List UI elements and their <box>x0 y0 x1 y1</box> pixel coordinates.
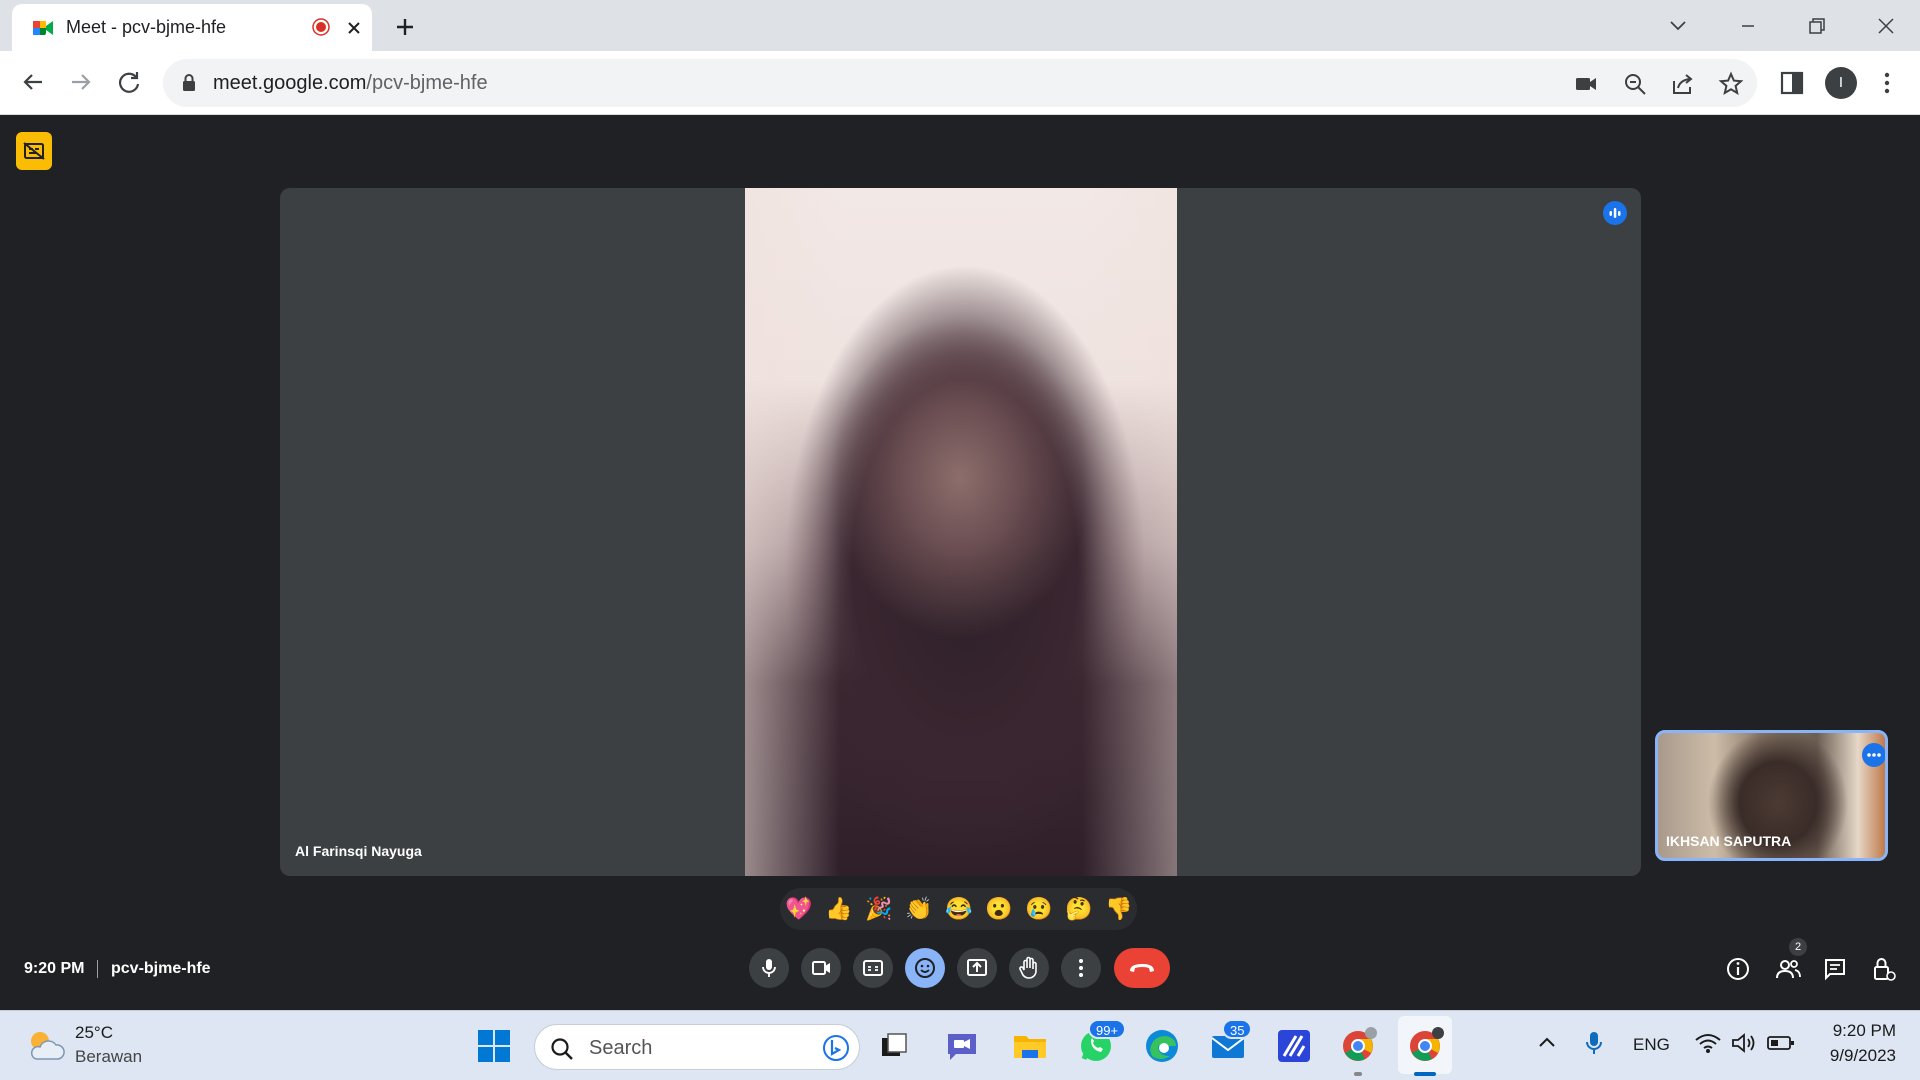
running-indicator <box>1354 1072 1362 1076</box>
tab-strip: Meet - pcv-bjme-hfe <box>0 0 1920 51</box>
whatsapp-badge: 99+ <box>1088 1019 1127 1039</box>
leave-call-button[interactable] <box>1114 948 1170 988</box>
main-participant-tile[interactable]: Al Farinsqi Nayuga <box>280 188 1641 876</box>
chevron-up-icon[interactable] <box>1535 1031 1559 1055</box>
task-view-icon[interactable] <box>874 1026 914 1066</box>
google-meet-icon <box>32 18 54 38</box>
reactions-bar: 💖 👍 🎉 👏 😂 😮 😢 🤔 👎 <box>780 888 1137 930</box>
weather-description[interactable]: Berawan <box>75 1047 142 1067</box>
speaking-indicator-icon <box>1603 201 1627 225</box>
reload-icon[interactable] <box>112 65 146 99</box>
host-controls-icon[interactable] <box>1866 952 1900 986</box>
recording-icon <box>312 18 330 36</box>
raise-hand-button[interactable] <box>1009 948 1049 988</box>
volume-icon[interactable] <box>1730 1031 1758 1055</box>
taskbar-search[interactable]: Search <box>534 1024 860 1070</box>
chat-icon[interactable] <box>1818 952 1852 986</box>
restore-icon[interactable] <box>1788 8 1844 44</box>
language-indicator[interactable]: ENG <box>1633 1035 1670 1055</box>
url-path: /pcv-bjme-hfe <box>366 72 488 94</box>
camera-in-use-icon[interactable] <box>1573 71 1599 97</box>
reaction-thumbs-down[interactable]: 👎 <box>1105 895 1133 923</box>
participant-count-badge: 2 <box>1789 938 1807 956</box>
captions-button[interactable] <box>853 948 893 988</box>
mail-badge: 35 <box>1222 1019 1253 1039</box>
participant-video <box>745 188 1177 876</box>
share-icon[interactable] <box>1670 71 1696 97</box>
bookmark-star-icon[interactable] <box>1718 71 1744 97</box>
reaction-sad[interactable]: 😢 <box>1025 895 1053 923</box>
meet-stage: Al Farinsqi Nayuga IKHSAN SAPUTRA 💖 👍 🎉 … <box>0 116 1920 1010</box>
weather-temperature[interactable]: 25°C <box>75 1023 113 1043</box>
back-icon[interactable] <box>16 65 50 99</box>
chrome-active-icon[interactable] <box>1405 1026 1445 1066</box>
people-icon[interactable] <box>1771 952 1805 986</box>
close-window-icon[interactable] <box>1858 8 1914 44</box>
tab-search-icon[interactable] <box>1650 8 1706 44</box>
reaction-clap[interactable]: 👏 <box>905 895 933 923</box>
reaction-surprised[interactable]: 😮 <box>985 895 1013 923</box>
reaction-party[interactable]: 🎉 <box>865 895 893 923</box>
minimize-icon[interactable] <box>1720 8 1776 44</box>
address-bar[interactable]: meet.google.com/pcv-bjme-hfe <box>163 59 1757 107</box>
url-host: meet.google.com <box>213 72 367 94</box>
forward-icon[interactable] <box>64 65 98 99</box>
office-app-icon[interactable] <box>1274 1026 1314 1066</box>
send-reaction-button[interactable] <box>905 948 945 988</box>
reaction-laugh[interactable]: 😂 <box>945 895 973 923</box>
reaction-thumbs-up[interactable]: 👍 <box>825 895 853 923</box>
reaction-thinking[interactable]: 🤔 <box>1065 895 1093 923</box>
battery-icon[interactable] <box>1766 1033 1796 1053</box>
reaction-heart[interactable]: 💖 <box>785 895 813 923</box>
bing-icon[interactable] <box>821 1033 851 1063</box>
edge-icon[interactable] <box>1142 1026 1182 1066</box>
active-indicator <box>1414 1072 1436 1076</box>
microphone-tray-icon[interactable] <box>1582 1029 1606 1057</box>
search-placeholder: Search <box>589 1037 653 1059</box>
profile-avatar[interactable]: I <box>1825 67 1857 99</box>
side-panel-icon[interactable] <box>1775 66 1809 100</box>
microphone-button[interactable] <box>749 948 789 988</box>
tab-title: Meet - pcv-bjme-hfe <box>66 17 227 37</box>
file-explorer-icon[interactable] <box>1010 1026 1050 1066</box>
new-tab-button[interactable] <box>390 12 420 42</box>
wifi-icon[interactable] <box>1694 1031 1722 1055</box>
windows-start-icon[interactable] <box>474 1026 514 1066</box>
meeting-code[interactable]: pcv-bjme-hfe <box>111 960 211 978</box>
footer-divider <box>97 960 98 978</box>
zoom-icon[interactable] <box>1622 71 1648 97</box>
clock-date[interactable]: 9/9/2023 <box>1816 1046 1896 1066</box>
browser-tab[interactable]: Meet - pcv-bjme-hfe <box>12 4 372 51</box>
more-options-icon[interactable] <box>1862 743 1885 767</box>
more-options-button[interactable] <box>1061 948 1101 988</box>
captions-off-icon[interactable] <box>16 132 52 170</box>
search-icon <box>549 1036 575 1062</box>
chrome-icon[interactable] <box>1338 1026 1378 1066</box>
teams-chat-icon[interactable] <box>942 1026 982 1066</box>
lock-icon[interactable] <box>181 73 197 93</box>
present-screen-button[interactable] <box>957 948 997 988</box>
participant-name: Al Farinsqi Nayuga <box>295 843 422 859</box>
browser-toolbar: meet.google.com/pcv-bjme-hfe I <box>0 51 1920 115</box>
camera-button[interactable] <box>801 948 841 988</box>
self-view-tile[interactable]: IKHSAN SAPUTRA <box>1655 730 1888 861</box>
url-text: meet.google.com/pcv-bjme-hfe <box>213 72 488 95</box>
clock-time[interactable]: 9:20 PM <box>1826 1021 1896 1041</box>
self-participant-name: IKHSAN SAPUTRA <box>1666 833 1792 849</box>
weather-icon[interactable] <box>24 1025 66 1065</box>
meeting-time: 9:20 PM <box>24 960 85 977</box>
browser-menu-icon[interactable] <box>1870 66 1904 100</box>
windows-taskbar: 25°C Berawan Search 99+ 35 ENG 9:20 PM 9… <box>0 1010 1920 1080</box>
close-tab-icon[interactable] <box>342 16 366 40</box>
meeting-details-icon[interactable] <box>1721 952 1755 986</box>
